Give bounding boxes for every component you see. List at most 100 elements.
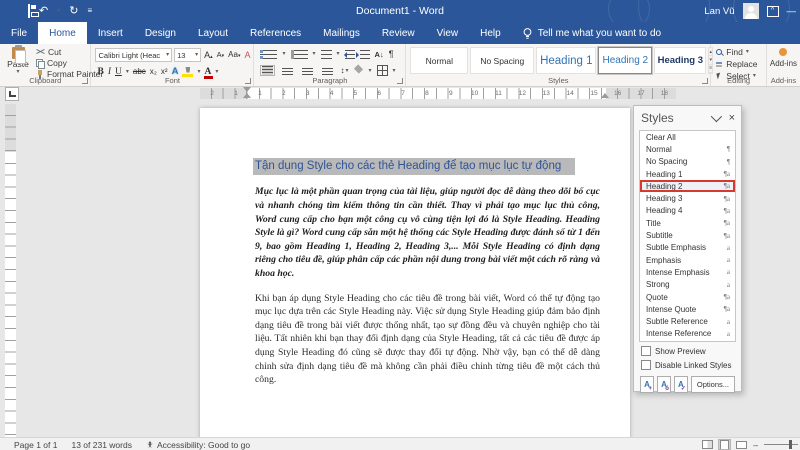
line-spacing-button[interactable]: ↕ ▾: [340, 66, 348, 75]
multilevel-list-button[interactable]: [320, 49, 332, 59]
font-color-button[interactable]: A: [204, 67, 214, 79]
font-dialog-launcher[interactable]: [245, 78, 252, 84]
paste-dropdown-icon[interactable]: ▾: [16, 69, 19, 75]
bullets-dropdown-icon[interactable]: ▾: [282, 51, 285, 57]
multilevel-dropdown-icon[interactable]: ▾: [337, 51, 340, 57]
change-case-button[interactable]: Aa ▾: [227, 51, 241, 59]
document-paragraph[interactable]: Khi bạn áp dụng Style Heading cho các ti…: [255, 292, 600, 387]
font-size-dropdown-icon[interactable]: ▾: [195, 52, 198, 58]
style-list-item[interactable]: Heading 2 ¶a: [640, 180, 735, 193]
numbering-dropdown-icon[interactable]: ▾: [313, 51, 316, 57]
shading-button[interactable]: [354, 66, 364, 75]
style-gallery-item[interactable]: Heading 3: [654, 47, 707, 74]
style-list-item[interactable]: Subtitle ¶a: [640, 229, 735, 241]
manage-styles-button[interactable]: A ✓: [673, 376, 688, 393]
align-center-button[interactable]: [280, 65, 295, 76]
borders-dropdown-icon[interactable]: ▾: [393, 68, 396, 74]
zoom-slider-handle[interactable]: [789, 440, 792, 449]
first-line-indent-marker[interactable]: [243, 87, 251, 92]
underline-dropdown-icon[interactable]: ▾: [126, 69, 129, 75]
word-count[interactable]: 13 of 231 words: [71, 440, 131, 450]
ribbon-tab[interactable]: View: [426, 22, 470, 44]
web-layout-button[interactable]: [736, 440, 748, 449]
styles-pane-chevron-down-icon[interactable]: [710, 110, 722, 123]
styles-options-button[interactable]: Options...: [690, 376, 736, 393]
style-gallery-item[interactable]: Heading 1: [536, 47, 597, 74]
subscript-button[interactable]: x₂: [150, 67, 157, 76]
document-paragraph[interactable]: Mục lục là một phần quan trọng của tài l…: [255, 185, 600, 280]
find-button[interactable]: Find ▾: [716, 47, 766, 57]
style-list-item[interactable]: No Spacing ¶: [640, 156, 735, 168]
decrease-indent-button[interactable]: [343, 49, 355, 59]
style-list-item[interactable]: Intense Reference a: [640, 328, 735, 340]
clear-formatting-button[interactable]: A: [243, 50, 251, 60]
horizontal-ruler[interactable]: 1 2 3 4 5 6 7 8 9 10 11 12 13 14 15: [248, 88, 606, 99]
style-gallery-item[interactable]: Heading 2: [598, 47, 653, 74]
style-list-item[interactable]: Clear All: [640, 131, 735, 143]
bullets-button[interactable]: [260, 49, 278, 59]
style-list-item[interactable]: Emphasis a: [640, 254, 735, 266]
style-list-item[interactable]: Intense Emphasis a: [640, 266, 735, 278]
ribbon-tab[interactable]: Home: [38, 22, 87, 44]
show-paragraph-marks-button[interactable]: ¶: [389, 49, 394, 59]
style-inspector-button[interactable]: Aó: [656, 376, 671, 393]
ribbon-display-options-icon[interactable]: ^: [766, 5, 779, 17]
document-heading[interactable]: Tận dụng Style cho các thẻ Heading để tạ…: [253, 158, 576, 176]
font-size-combobox[interactable]: 13 ▾: [174, 48, 202, 62]
shrink-font-button[interactable]: A ▾: [216, 51, 226, 59]
strikethrough-button[interactable]: abc: [133, 67, 146, 76]
disable-linked-styles-checkbox[interactable]: Disable Linked Styles: [641, 360, 741, 370]
account-name[interactable]: Lan Vũ: [704, 6, 734, 17]
align-right-button[interactable]: [300, 65, 315, 76]
style-list-item[interactable]: Subtle Reference a: [640, 315, 735, 327]
checkbox-icon[interactable]: [641, 346, 651, 356]
italic-button[interactable]: I: [108, 67, 111, 77]
align-left-button[interactable]: [260, 65, 276, 76]
vertical-ruler[interactable]: [5, 104, 16, 437]
horizontal-ruler-right-margin[interactable]: 16 17 18: [606, 88, 676, 99]
tell-me-box[interactable]: Tell me what you want to do: [512, 22, 671, 44]
numbering-button[interactable]: [290, 49, 308, 59]
avatar[interactable]: [742, 3, 759, 19]
style-list-item[interactable]: Strong a: [640, 279, 735, 291]
right-indent-marker[interactable]: [601, 93, 609, 98]
page-count[interactable]: Page 1 of 1: [14, 440, 57, 450]
style-list-item[interactable]: Intense Quote ¶a: [640, 303, 735, 315]
style-list-item[interactable]: Heading 3 ¶a: [640, 192, 735, 204]
clipboard-dialog-launcher[interactable]: [82, 78, 89, 84]
borders-button[interactable]: [376, 65, 388, 76]
font-color-dropdown-icon[interactable]: ▾: [215, 69, 218, 75]
checkbox-icon[interactable]: [641, 360, 651, 370]
ribbon-tab[interactable]: Insert: [87, 22, 134, 44]
tab-selector[interactable]: [5, 87, 19, 101]
font-name-dropdown-icon[interactable]: ▾: [166, 52, 169, 58]
document-page[interactable]: Tận dụng Style cho các thẻ Heading để tạ…: [200, 108, 630, 437]
ribbon-tab[interactable]: File: [0, 22, 38, 44]
ribbon-tab[interactable]: References: [239, 22, 312, 44]
paragraph-dialog-launcher[interactable]: [397, 78, 404, 84]
styles-pane-close-icon[interactable]: ×: [729, 112, 735, 124]
increase-indent-button[interactable]: [355, 49, 370, 59]
style-gallery-item[interactable]: No Spacing: [470, 47, 535, 74]
ribbon-tab[interactable]: Mailings: [312, 22, 371, 44]
accessibility-status[interactable]: Accessibility: Good to go: [146, 440, 250, 450]
underline-button[interactable]: U: [115, 67, 122, 77]
superscript-button[interactable]: x²: [161, 67, 168, 76]
ribbon-tab[interactable]: Help: [469, 22, 512, 44]
style-list-item[interactable]: Normal ¶: [640, 143, 735, 155]
ribbon-tab[interactable]: Review: [371, 22, 426, 44]
ribbon-tab[interactable]: Design: [134, 22, 187, 44]
read-mode-button[interactable]: [702, 440, 714, 449]
font-name-combobox[interactable]: Calibri Light (Heac ▾: [95, 48, 173, 62]
styles-dialog-launcher[interactable]: [702, 78, 709, 84]
horizontal-ruler-left-margin[interactable]: 21: [200, 88, 248, 99]
minimize-icon[interactable]: —: [787, 6, 797, 17]
ribbon-tab[interactable]: Layout: [187, 22, 239, 44]
shading-dropdown-icon[interactable]: ▾: [369, 68, 372, 74]
addins-button[interactable]: Add-ins: [767, 48, 800, 68]
text-highlight-button[interactable]: [182, 67, 194, 77]
print-layout-button[interactable]: [718, 439, 732, 450]
style-list-item[interactable]: Heading 4 ¶a: [640, 205, 735, 217]
zoom-slider[interactable]: [764, 440, 798, 449]
bold-button[interactable]: B: [97, 67, 103, 77]
